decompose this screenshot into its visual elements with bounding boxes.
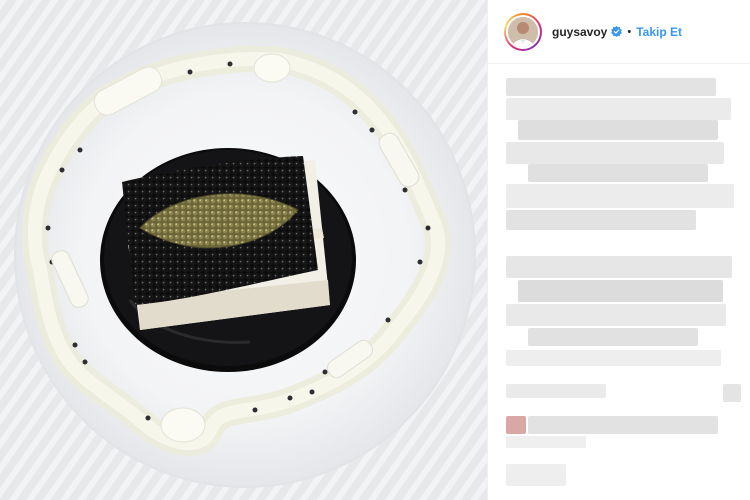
profile-photo <box>508 16 538 47</box>
avatar[interactable] <box>504 12 542 51</box>
post-header: guysavoy • Takip Et <box>488 0 750 64</box>
separator-dot: • <box>627 25 632 38</box>
follow-button[interactable]: Takip Et <box>636 25 682 39</box>
caviar-dish-image <box>0 0 487 500</box>
post-sidebar: guysavoy • Takip Et <box>487 0 750 500</box>
post-photo[interactable] <box>0 0 487 500</box>
username[interactable]: guysavoy <box>552 25 607 39</box>
verified-badge-icon <box>611 26 623 37</box>
instagram-post: guysavoy • Takip Et <box>0 0 750 500</box>
